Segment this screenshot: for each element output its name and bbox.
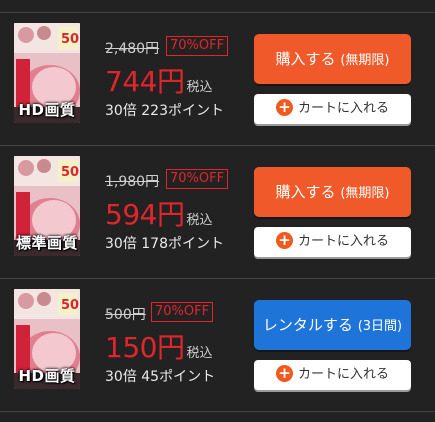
plus-circle-icon: + xyxy=(275,99,293,116)
points-text: 30倍 45ポイント xyxy=(105,369,216,385)
add-to-cart-button[interactable]: + カートに入れる xyxy=(254,94,411,124)
buy-button[interactable]: 購入する (無期限) xyxy=(254,167,411,217)
offer-row: 50 標準画質 1,980円 70%OFF 594円 税込 30倍 178ポイント… xyxy=(0,146,435,278)
sale-price: 594円 税込 xyxy=(105,193,212,233)
buy-button[interactable]: 購入する (無期限) xyxy=(254,34,411,84)
sale-price-value: 150円 xyxy=(105,331,185,364)
video-cover-thumbnail[interactable]: 50 HD画質 xyxy=(14,289,80,389)
discount-badge: 70%OFF xyxy=(151,302,214,322)
original-price: 2,480円 xyxy=(105,41,160,57)
add-to-cart-label: カートに入れる xyxy=(297,367,389,382)
sale-price: 744円 税込 xyxy=(105,60,212,100)
plus-circle-icon: + xyxy=(275,232,293,249)
video-cover-thumbnail[interactable]: 50 標準画質 xyxy=(14,156,80,256)
add-to-cart-label: カートに入れる xyxy=(297,234,389,249)
svg-text:50: 50 xyxy=(61,32,79,47)
tax-note: 税込 xyxy=(186,346,213,361)
offer-row: 50 HD画質 2,480円 70%OFF 744円 税込 30倍 223ポイント… xyxy=(0,13,435,145)
original-price: 500円 xyxy=(105,307,146,323)
original-price: 1,980円 xyxy=(105,174,160,190)
discount-badge: 70%OFF xyxy=(166,36,229,56)
sale-price-value: 744円 xyxy=(105,65,185,98)
sale-price-value: 594円 xyxy=(105,198,185,231)
offer-row: 50 HD画質 500円 70%OFF 150円 税込 30倍 45ポイント レン… xyxy=(0,279,435,411)
svg-text:50: 50 xyxy=(61,165,79,180)
quality-label: 標準画質 xyxy=(15,234,78,252)
add-to-cart-label: カートに入れる xyxy=(297,101,389,116)
rental-button[interactable]: レンタルする (3日間) xyxy=(254,300,411,350)
add-to-cart-button[interactable]: + カートに入れる xyxy=(254,360,411,390)
video-cover-thumbnail[interactable]: 50 HD画質 xyxy=(14,23,80,123)
points-text: 30倍 178ポイント xyxy=(105,236,224,252)
rental-button-label: レンタルする xyxy=(262,316,353,334)
discount-badge: 70%OFF xyxy=(166,169,229,189)
quality-label: HD画質 xyxy=(18,101,76,119)
divider xyxy=(0,411,435,412)
buy-button-term: (無期限) xyxy=(340,53,390,68)
points-text: 30倍 223ポイント xyxy=(105,103,224,119)
quality-label: HD画質 xyxy=(18,367,76,385)
buy-button-label: 購入する xyxy=(275,50,336,68)
add-to-cart-button[interactable]: + カートに入れる xyxy=(254,227,411,257)
svg-text:50: 50 xyxy=(61,298,79,313)
plus-circle-icon: + xyxy=(275,365,293,382)
rental-button-term: (3日間) xyxy=(357,319,403,334)
buy-button-label: 購入する xyxy=(275,183,336,201)
purchase-options-panel: 50 HD画質 2,480円 70%OFF 744円 税込 30倍 223ポイント… xyxy=(0,0,435,422)
buy-button-term: (無期限) xyxy=(340,186,390,201)
tax-note: 税込 xyxy=(186,213,213,228)
tax-note: 税込 xyxy=(186,80,213,95)
sale-price: 150円 税込 xyxy=(105,326,212,366)
